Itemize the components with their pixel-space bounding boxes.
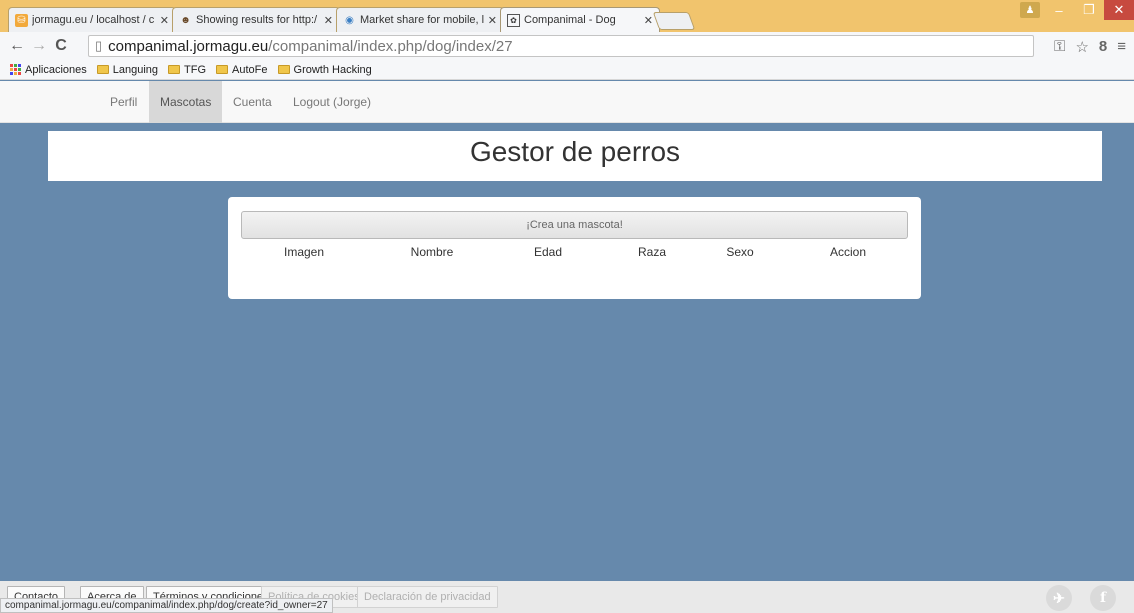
minimize-icon[interactable]: – (1044, 0, 1074, 20)
bookmark-label: Aplicaciones (25, 63, 87, 76)
close-tab-icon[interactable]: ✕ (488, 14, 497, 27)
site-navbar: Perfil Mascotas Cuenta Logout (Jorge) (0, 81, 1134, 123)
forward-icon[interactable]: → (28, 37, 50, 55)
nav-item-mascotas[interactable]: Mascotas (149, 81, 223, 123)
column-header-nombre: Nombre (410, 245, 454, 259)
bookmark-folder[interactable]: Languing (96, 63, 159, 76)
footer-link-privacidad[interactable]: Declaración de privacidad (357, 586, 498, 608)
status-bar-url: companimal.jormagu.eu/companimal/index.p… (0, 598, 333, 613)
close-tab-icon[interactable]: ✕ (644, 14, 653, 27)
maximize-icon[interactable]: ❐ (1074, 0, 1104, 20)
tab-title: Showing results for http:/ (196, 14, 318, 26)
twitter-icon[interactable]: ✈ (1046, 585, 1072, 611)
close-tab-icon[interactable]: ✕ (324, 14, 333, 27)
back-icon[interactable]: ← (6, 37, 28, 55)
browser-tab[interactable]: ⛁ jormagu.eu / localhost / c ✕ (8, 7, 176, 32)
column-header-edad: Edad (533, 245, 563, 259)
browser-tabstrip: ⛁ jormagu.eu / localhost / c ✕ ☻ Showing… (0, 0, 1134, 32)
create-pet-button[interactable]: ¡Crea una mascota! (241, 211, 908, 239)
page-icon: ▯ (95, 38, 103, 53)
reload-icon[interactable]: C (50, 37, 72, 55)
bookmark-label: AutoFe (232, 63, 268, 76)
tab-title: Companimal - Dog (524, 14, 616, 26)
owl-icon: ☻ (180, 14, 191, 26)
bookmark-label: TFG (184, 63, 207, 76)
address-bar[interactable]: ▯ companimal.jormagu.eu/companimal/index… (88, 35, 1034, 57)
star-icon[interactable]: ☆ (1075, 38, 1088, 56)
new-tab-button[interactable] (652, 12, 696, 30)
browser-tab[interactable]: ☻ Showing results for http:/ ✕ (172, 7, 340, 32)
key-icon[interactable]: ⚿ (1054, 38, 1065, 56)
nav-item-cuenta[interactable]: Cuenta (222, 81, 283, 123)
bookmark-folder[interactable]: Growth Hacking (277, 63, 372, 76)
column-header-raza: Raza (637, 245, 667, 259)
tab-title: Market share for mobile, l (360, 14, 484, 26)
close-window-icon[interactable]: ✕ (1104, 0, 1134, 20)
url-host: companimal.jormagu.eu (108, 37, 269, 55)
tab-title: jormagu.eu / localhost / c (32, 14, 155, 26)
page-title: Gestor de perros (48, 131, 1102, 181)
folder-icon (277, 65, 290, 74)
bookmark-label: Languing (112, 63, 159, 76)
folder-icon (216, 65, 229, 74)
browser-toolbar: ← → C ▯ companimal.jormagu.eu/companimal… (0, 32, 1134, 60)
bookmark-apps[interactable]: Aplicaciones (10, 64, 87, 76)
url-path: /companimal/index.php/dog/index/27 (268, 37, 513, 55)
bookmark-folder[interactable]: TFG (168, 64, 206, 76)
close-tab-icon[interactable]: ✕ (160, 14, 169, 27)
folder-icon (96, 65, 109, 74)
apps-grid-icon (10, 64, 21, 75)
column-header-imagen: Imagen (283, 245, 325, 259)
bookmark-label: Growth Hacking (293, 63, 372, 76)
paw-icon: ✿ (507, 13, 520, 27)
browser-tab-active[interactable]: ✿ Companimal - Dog ✕ (500, 7, 660, 32)
phpmyadmin-icon: ⛁ (15, 13, 28, 27)
bookmark-folder[interactable]: AutoFe (216, 63, 268, 76)
folder-icon (168, 65, 181, 74)
facebook-icon[interactable]: f (1090, 585, 1116, 611)
nav-item-logout[interactable]: Logout (Jorge) (282, 81, 382, 123)
bookmarks-bar: Aplicaciones Languing TFG AutoFe Growth … (0, 60, 1134, 80)
window-controls: ♟ – ❐ ✕ (1020, 0, 1134, 22)
menu-icon[interactable]: ≡ (1117, 38, 1126, 56)
browser-tab[interactable]: ◉ Market share for mobile, l ✕ (336, 7, 504, 32)
user-profile-icon[interactable]: ♟ (1020, 2, 1040, 18)
globe-icon: ◉ (345, 14, 354, 26)
nav-item-perfil[interactable]: Perfil (99, 81, 148, 123)
column-header-sexo: Sexo (726, 245, 754, 259)
column-header-accion: Accion (829, 245, 867, 259)
extension-icon[interactable]: 8 (1099, 38, 1107, 56)
pets-panel: ¡Crea una mascota! Imagen Nombre Edad Ra… (228, 197, 921, 299)
toolbar-actions: ⚿ ☆ 8 ≡ (1054, 38, 1126, 56)
